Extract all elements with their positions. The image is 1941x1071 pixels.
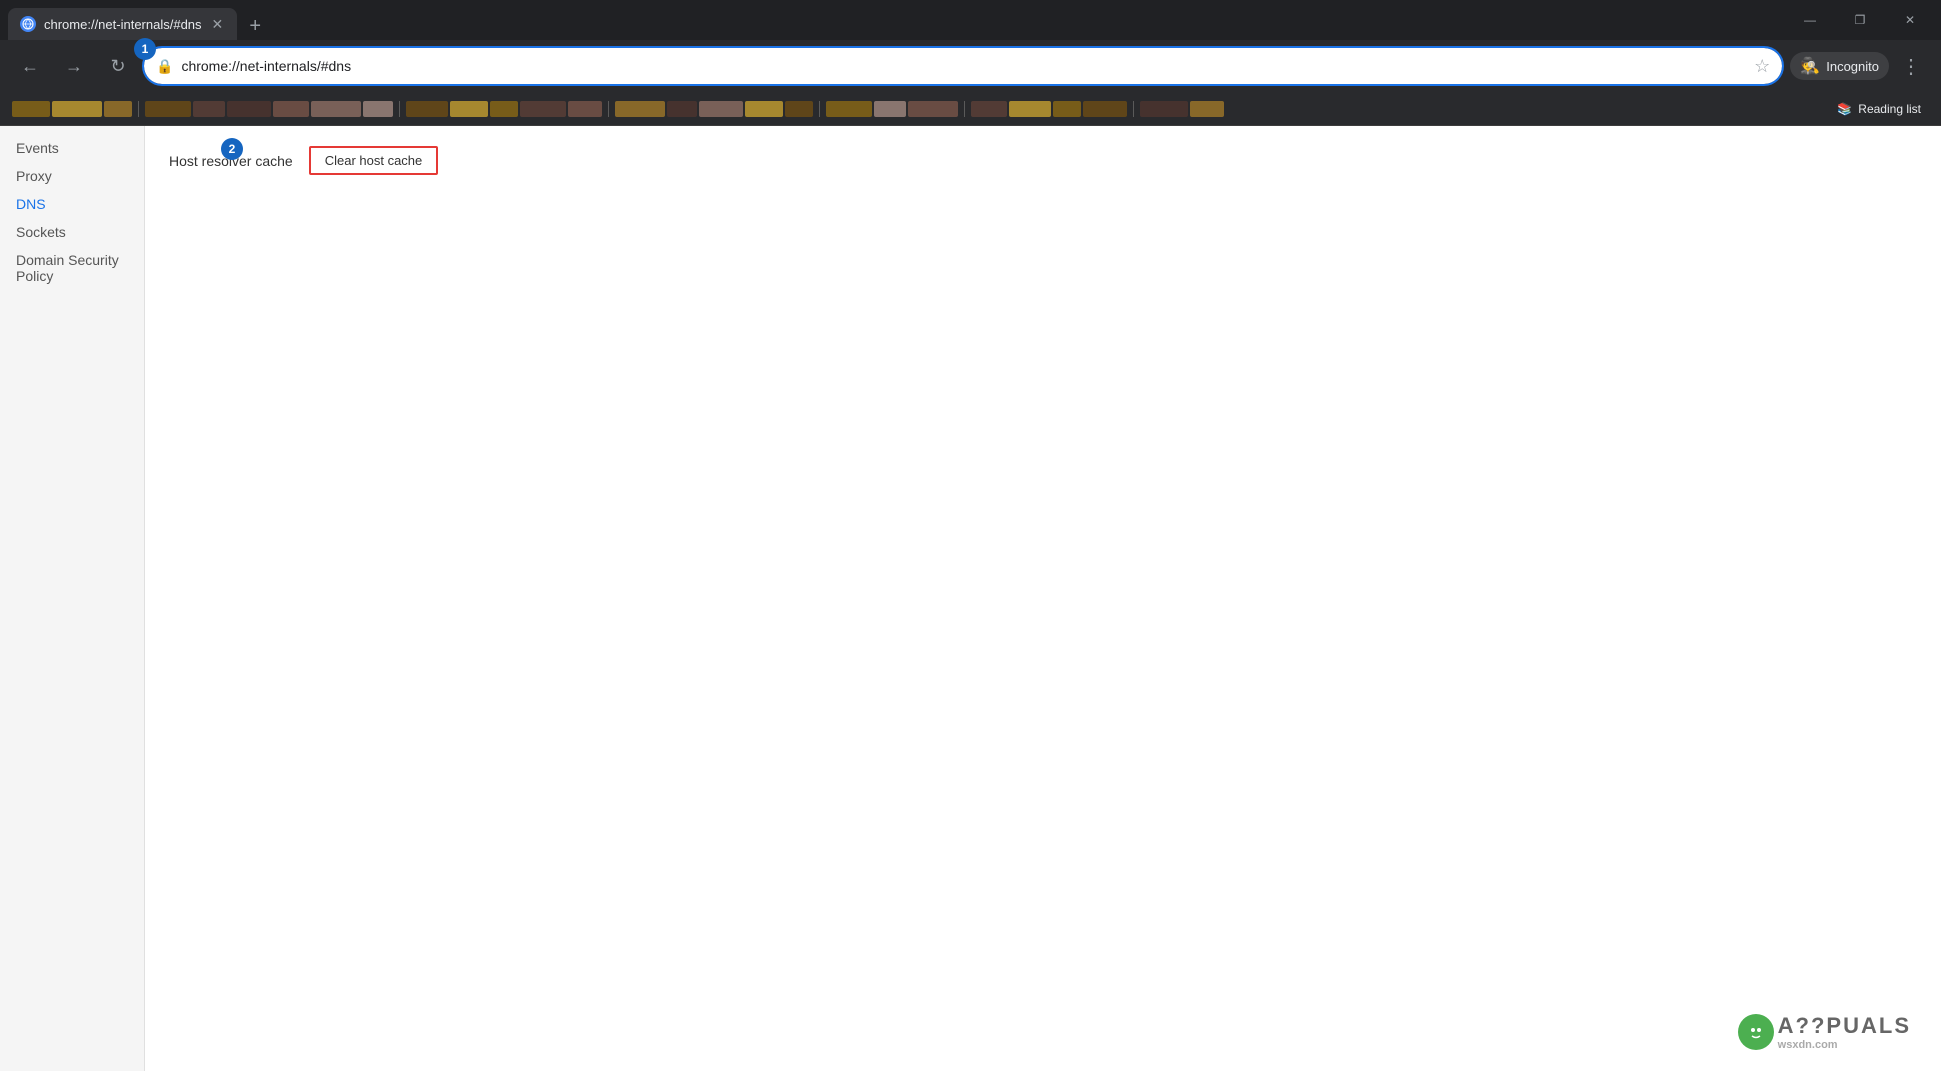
navigation-bar: ← → ↻ 1 🔒 ☆ 🕵 Incognito ⋮ [0,40,1941,92]
bookmarks-separator-6 [1133,101,1134,117]
bookmark-4[interactable] [145,101,191,117]
bookmark-7[interactable] [273,101,309,117]
minimize-button[interactable]: — [1787,4,1833,36]
watermark: A??PUALS wsxdn.com [1738,1013,1911,1051]
incognito-button[interactable]: 🕵 Incognito [1790,52,1889,80]
main-content: Events Proxy DNS Sockets Domain Security… [0,126,1941,1071]
bookmark-14[interactable] [568,101,602,117]
bookmarks-separator-3 [608,101,609,117]
bookmark-16[interactable] [667,101,697,117]
bookmark-3[interactable] [104,101,132,117]
bookmark-21[interactable] [874,101,906,117]
chrome-menu-button[interactable]: ⋮ [1893,48,1929,84]
dns-page-content: 2 Host resolver cache Clear host cache A… [145,126,1941,1071]
reading-list-button[interactable]: 📚 Reading list [1829,98,1929,120]
incognito-icon: 🕵 [1800,56,1820,76]
sidebar-item-domain-security-policy[interactable]: Domain Security Policy [0,246,144,290]
tab-title: chrome://net-internals/#dns [44,17,202,32]
bookmarks-strip [12,92,1825,125]
reading-list-label: Reading list [1858,102,1921,116]
bookmark-27[interactable] [1140,101,1188,117]
tab-area: chrome://net-internals/#dns ✕ + [8,0,1787,40]
bookmark-28[interactable] [1190,101,1224,117]
bookmark-10[interactable] [406,101,448,117]
annotation-badge-2: 2 [221,138,243,160]
bookmark-18[interactable] [745,101,783,117]
nav-right-area: 🕵 Incognito ⋮ [1790,48,1929,84]
sidebar-item-sockets[interactable]: Sockets [0,218,144,246]
watermark-brand: A??PUALS [1778,1013,1911,1039]
bookmarks-bar: 📚 Reading list [0,92,1941,126]
sidebar-item-dns[interactable]: DNS [0,190,144,218]
close-window-button[interactable]: ✕ [1887,4,1933,36]
bookmark-19[interactable] [785,101,813,117]
watermark-domain: wsxdn.com [1778,1039,1838,1051]
back-button[interactable]: ← [12,48,48,84]
tab-favicon [20,16,36,32]
bookmark-8[interactable] [311,101,361,117]
bookmark-15[interactable] [615,101,665,117]
bookmark-1[interactable] [12,101,50,117]
bookmark-12[interactable] [490,101,518,117]
bookmark-17[interactable] [699,101,743,117]
sidebar: Events Proxy DNS Sockets Domain Security… [0,126,145,1071]
bookmark-13[interactable] [520,101,566,117]
bookmark-23[interactable] [971,101,1007,117]
annotation-badge-1: 1 [134,38,156,60]
new-tab-button[interactable]: + [241,12,269,40]
bookmark-26[interactable] [1083,101,1127,117]
reading-list-icon: 📚 [1837,102,1852,116]
incognito-label: Incognito [1826,59,1879,74]
title-bar: chrome://net-internals/#dns ✕ + — ❐ ✕ [0,0,1941,40]
watermark-logo [1738,1014,1774,1050]
tab-close-btn[interactable]: ✕ [210,14,226,35]
address-input[interactable] [181,58,1746,74]
bookmark-2[interactable] [52,101,102,117]
bookmark-9[interactable] [363,101,393,117]
address-bar[interactable]: 1 🔒 ☆ [144,48,1782,84]
watermark-text-area: A??PUALS wsxdn.com [1778,1013,1911,1051]
forward-button[interactable]: → [56,48,92,84]
sidebar-item-events[interactable]: Events [0,134,144,162]
bookmarks-separator-2 [399,101,400,117]
bookmark-22[interactable] [908,101,958,117]
bookmark-star-icon[interactable]: ☆ [1754,56,1770,77]
bookmarks-separator-4 [819,101,820,117]
bookmarks-separator-1 [138,101,139,117]
clear-host-cache-button[interactable]: Clear host cache [309,146,439,175]
bookmark-25[interactable] [1053,101,1081,117]
bookmarks-separator-5 [964,101,965,117]
bookmark-5[interactable] [193,101,225,117]
maximize-button[interactable]: ❐ [1837,4,1883,36]
bookmark-11[interactable] [450,101,488,117]
refresh-button[interactable]: ↻ [100,48,136,84]
bookmark-6[interactable] [227,101,271,117]
active-tab[interactable]: chrome://net-internals/#dns ✕ [8,8,237,40]
bookmark-20[interactable] [826,101,872,117]
window-controls: — ❐ ✕ [1787,4,1933,36]
lock-icon: 🔒 [156,58,173,75]
sidebar-item-proxy[interactable]: Proxy [0,162,144,190]
dns-section: Host resolver cache Clear host cache [169,146,1917,175]
bookmark-24[interactable] [1009,101,1051,117]
